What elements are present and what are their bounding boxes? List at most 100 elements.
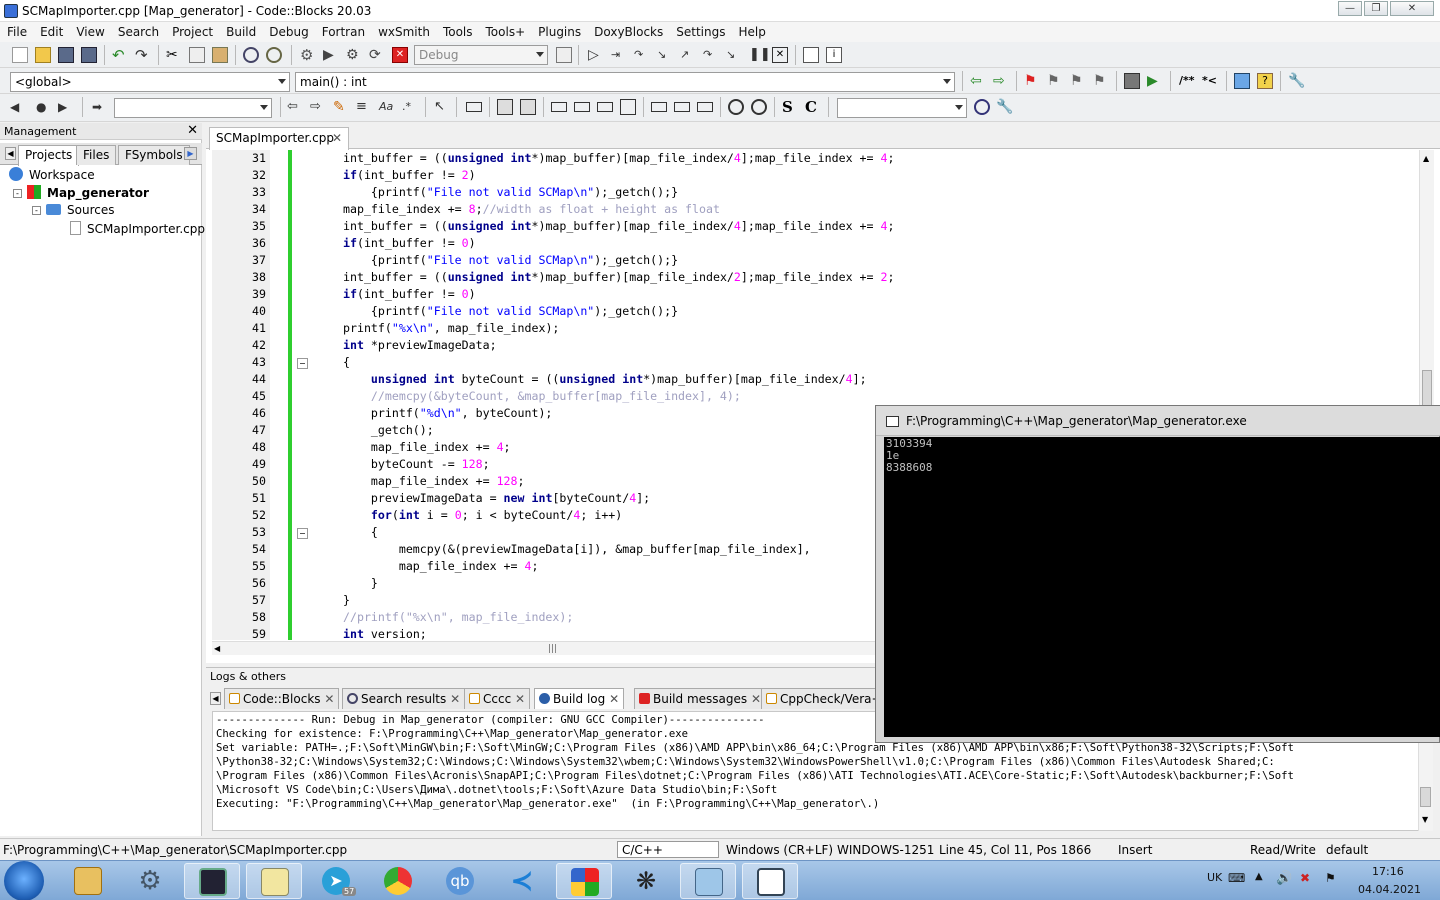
tab-fsymbols[interactable]: FSymbols (118, 145, 190, 165)
taskbar-editor-app[interactable] (246, 863, 302, 899)
action-center-icon[interactable]: ⚑ (1325, 871, 1336, 885)
prev-bookmark-icon[interactable]: ⚑ (1047, 73, 1063, 89)
doxy-extract-icon[interactable]: ▶ (1147, 73, 1163, 89)
menu-tools[interactable]: Tools (436, 22, 479, 39)
debug-start-icon[interactable]: ▷ (588, 47, 604, 63)
symbol-settings-icon[interactable]: 🔧 (996, 99, 1013, 115)
tab-projects[interactable]: Projects (18, 145, 80, 166)
structure-s-button[interactable]: S (782, 99, 798, 115)
console-window[interactable]: F:\Programming\C++\Map_generator\Map_gen… (875, 405, 1440, 743)
build-gear-icon[interactable]: ⚙ (300, 47, 316, 63)
search-prev-icon[interactable]: ⇦ (287, 99, 303, 115)
clear-bookmarks-icon[interactable]: ⚑ (1093, 73, 1109, 89)
replace-icon[interactable] (266, 47, 282, 63)
tree-file[interactable]: SCMapImporter.cpp (70, 221, 205, 236)
menu-project[interactable]: Project (165, 22, 219, 39)
close-tab-icon[interactable]: ✕ (332, 131, 342, 145)
menu-settings[interactable]: Settings (669, 22, 731, 39)
build-and-run-icon[interactable]: ⚙ (346, 47, 362, 63)
fold-marker-icon[interactable] (297, 358, 308, 369)
zoom-out-icon[interactable] (751, 99, 767, 115)
logs-tabs-scroll-left-icon[interactable]: ◀ (210, 692, 221, 705)
scroll-up-icon[interactable]: ▲ (1423, 154, 1429, 163)
tree-project[interactable]: - Map_generator (13, 185, 149, 200)
rebuild-icon[interactable]: ⟳ (369, 47, 385, 63)
menu-debug[interactable]: Debug (262, 22, 314, 39)
debug-windows-icon[interactable] (803, 47, 819, 63)
cut-icon[interactable]: ✂ (166, 47, 182, 63)
tab-files[interactable]: Files (76, 145, 117, 165)
debug-info-icon[interactable]: i (826, 47, 842, 63)
stop-debugger-icon[interactable]: ✕ (772, 47, 788, 63)
select-pointer-icon[interactable]: ↖ (434, 99, 450, 115)
shape-decision-icon[interactable] (497, 99, 513, 115)
menu-wxsmith[interactable]: wxSmith (371, 22, 436, 39)
menu-tools-plus[interactable]: Tools+ (479, 22, 532, 39)
shape-continue-icon[interactable] (674, 102, 690, 112)
paste-icon[interactable] (212, 47, 228, 63)
menu-edit[interactable]: Edit (33, 22, 69, 39)
minimize-button[interactable]: — (1338, 1, 1362, 16)
toggle-bookmark-icon[interactable]: ⚑ (1024, 73, 1040, 89)
jump-back-icon[interactable]: ⇦ (970, 73, 986, 89)
regex-icon[interactable]: .* (402, 99, 418, 115)
doxy-line-comment-button[interactable]: *< (1202, 73, 1224, 89)
clock-time[interactable]: 17:16 (1372, 865, 1404, 878)
find-icon[interactable] (243, 47, 259, 63)
quick-search-select[interactable] (114, 98, 272, 118)
close-tab-icon[interactable]: ✕ (324, 692, 334, 706)
editor-tab-active[interactable]: SCMapImporter.cpp ✕ (209, 127, 349, 150)
symbol-search-select[interactable] (837, 98, 967, 118)
keyboard-language[interactable]: UK (1207, 871, 1222, 884)
close-tab-icon[interactable]: ✕ (609, 692, 619, 706)
run-to-cursor-icon[interactable]: ⇥ (611, 47, 627, 63)
zoom-in-icon[interactable] (728, 99, 744, 115)
keyboard-icon[interactable]: ⌨ (1228, 871, 1245, 885)
close-tab-icon[interactable]: ✕ (751, 692, 761, 706)
next-bookmark-icon[interactable]: ⚑ (1070, 73, 1086, 89)
fold-marker-icon[interactable] (297, 528, 308, 539)
symbol-find-icon[interactable] (974, 99, 990, 115)
undo-icon[interactable]: ↶ (112, 47, 128, 63)
open-icon[interactable] (35, 47, 51, 63)
shape-rect-icon[interactable] (466, 102, 482, 112)
shape-while-icon[interactable] (574, 102, 590, 112)
clock-date[interactable]: 04.04.2021 (1358, 883, 1421, 896)
console-title-bar[interactable]: F:\Programming\C++\Map_generator\Map_gen… (876, 406, 1440, 436)
log-scroll-thumb[interactable] (1420, 787, 1431, 807)
log-tab-cccc[interactable]: Cccc ✕ (464, 688, 531, 709)
close-tab-icon[interactable]: ✕ (450, 692, 460, 706)
close-panel-icon[interactable]: ✕ (187, 123, 198, 138)
scroll-thumb[interactable] (1422, 370, 1432, 410)
next-line-icon[interactable]: ↷ (634, 47, 650, 63)
menu-file[interactable]: File (0, 22, 33, 39)
highlight-icon[interactable]: ✎ (333, 99, 349, 115)
jump-forward-icon[interactable]: ⇨ (993, 73, 1009, 89)
structure-c-button[interactable]: C (805, 99, 821, 115)
abort-icon[interactable]: ✕ (392, 47, 408, 63)
incremental-search-icon[interactable]: ➡ (92, 99, 108, 115)
save-all-icon[interactable] (81, 47, 97, 63)
nav-dot-icon[interactable]: ● (36, 99, 52, 115)
save-icon[interactable] (58, 47, 74, 63)
step-out-icon[interactable]: ↗ (680, 47, 696, 63)
menu-plugins[interactable]: Plugins (531, 22, 587, 39)
tree-workspace[interactable]: Workspace (9, 167, 95, 182)
redo-icon[interactable]: ↷ (135, 47, 151, 63)
run-icon[interactable]: ▶ (323, 47, 339, 63)
new-file-icon[interactable] (12, 47, 28, 63)
taskbar-bug-app[interactable]: ❋ (618, 863, 674, 899)
editor-horizontal-scrollbar[interactable]: ◀ ||| (212, 641, 877, 655)
copy-icon[interactable] (189, 47, 205, 63)
taskbar-app-blue[interactable] (680, 863, 736, 899)
tree-folder-sources[interactable]: - Sources (32, 203, 114, 217)
target-options-icon[interactable] (556, 47, 572, 63)
menu-build[interactable]: Build (219, 22, 262, 39)
menu-doxyblocks[interactable]: DoxyBlocks (587, 22, 669, 39)
menu-view[interactable]: View (69, 22, 110, 39)
search-next-icon[interactable]: ⇨ (310, 99, 326, 115)
tabs-scroll-right-icon[interactable]: ▶ (184, 147, 197, 160)
scroll-left-icon[interactable]: ◀ (214, 644, 220, 653)
nav-first-icon[interactable]: ◀ (10, 99, 26, 115)
taskbar-explorer[interactable] (60, 863, 116, 899)
